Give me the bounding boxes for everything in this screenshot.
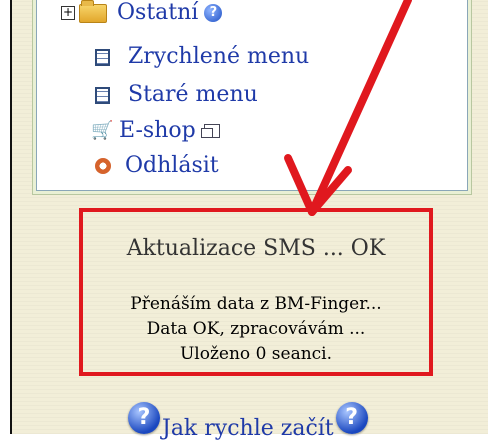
red-arrow-annotation [284,0,412,216]
quick-start-link[interactable]: ? Jak rychle začít ? [128,402,368,441]
quick-start-label[interactable]: Jak rychle začít [162,416,334,441]
help-icon[interactable]: ? [128,402,160,434]
help-icon[interactable]: ? [335,402,368,434]
